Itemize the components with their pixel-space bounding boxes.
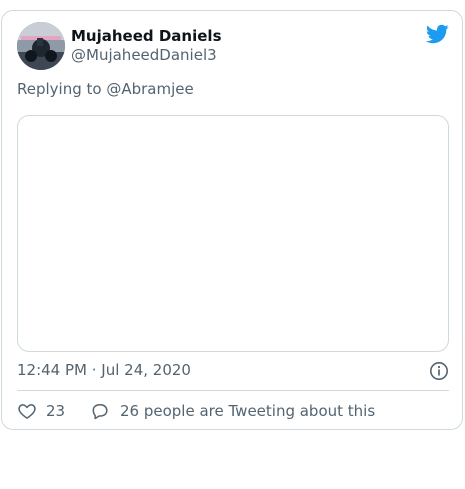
like-button[interactable]: 23 xyxy=(17,400,65,422)
avatar[interactable] xyxy=(17,22,65,70)
conversation-button[interactable]: 26 people are Tweeting about this xyxy=(90,400,375,422)
replying-prefix: Replying to xyxy=(17,80,107,98)
twitter-bird-icon[interactable] xyxy=(425,22,449,46)
conversation-text: 26 people are Tweeting about this xyxy=(120,402,376,420)
replying-to: Replying to @Abramjee xyxy=(17,80,194,98)
heart-icon xyxy=(17,401,37,421)
divider xyxy=(17,390,449,391)
replying-to-link[interactable]: @Abramjee xyxy=(106,80,193,98)
media-card[interactable] xyxy=(17,115,449,352)
author-handle[interactable]: @MujaheedDaniel3 xyxy=(71,46,217,64)
tweet-timestamp[interactable]: 12:44 PM · Jul 24, 2020 xyxy=(17,361,191,379)
like-count: 23 xyxy=(46,402,66,420)
speech-bubble-icon xyxy=(90,401,110,421)
embedded-tweet-card[interactable]: Mujaheed Daniels @MujaheedDaniel3 Replyi… xyxy=(1,10,463,430)
author-name[interactable]: Mujaheed Daniels xyxy=(71,27,222,45)
info-icon[interactable] xyxy=(429,361,449,381)
